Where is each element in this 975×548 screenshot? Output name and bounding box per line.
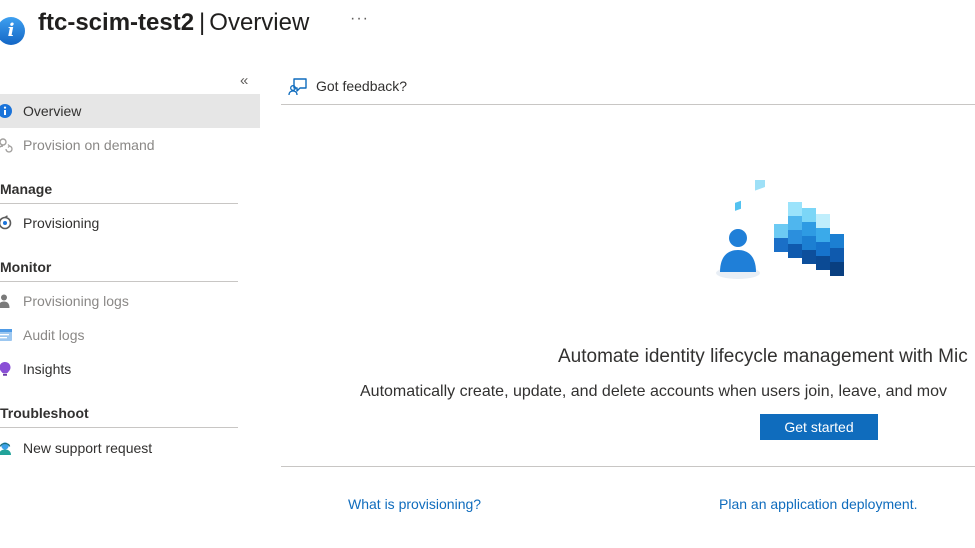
collapse-sidebar-button[interactable]: « bbox=[240, 72, 248, 89]
sidebar-item-label: Insights bbox=[23, 361, 72, 377]
sidebar-item-provision-on-demand[interactable]: Provision on demand bbox=[0, 128, 260, 162]
section-header-monitor: Monitor bbox=[0, 259, 238, 282]
toolbar-divider bbox=[281, 104, 975, 105]
plan-deployment-link[interactable]: Plan an application deployment. bbox=[719, 496, 917, 512]
resource-name: ftc-scim-test2 bbox=[38, 9, 195, 36]
sidebar-item-label: Provisioning bbox=[23, 215, 100, 231]
provisioning-icon bbox=[0, 215, 13, 231]
sidebar-item-label: Overview bbox=[23, 103, 82, 119]
what-is-provisioning-link[interactable]: What is provisioning? bbox=[348, 496, 481, 512]
info-icon bbox=[0, 103, 13, 119]
sidebar-item-new-support-request[interactable]: New support request bbox=[0, 431, 260, 465]
sidebar-item-overview[interactable]: Overview bbox=[0, 94, 260, 128]
feedback-icon bbox=[288, 76, 308, 96]
support-icon bbox=[0, 440, 13, 456]
app-info-icon: i bbox=[0, 17, 25, 45]
sidebar-item-insights[interactable]: Insights bbox=[0, 352, 260, 386]
page-title: ftc-scim-test2 | Overview bbox=[38, 8, 309, 38]
more-options-button[interactable]: ··· bbox=[350, 10, 369, 28]
provision-on-demand-icon bbox=[0, 137, 13, 153]
content-divider bbox=[281, 466, 975, 467]
get-started-button[interactable]: Get started bbox=[760, 414, 878, 440]
feedback-label: Got feedback? bbox=[316, 78, 408, 94]
insights-icon bbox=[0, 361, 13, 377]
sidebar-item-label: Provision on demand bbox=[23, 137, 155, 153]
page-name: Overview bbox=[209, 9, 310, 36]
feedback-button[interactable]: Got feedback? bbox=[288, 76, 407, 96]
provisioning-logs-icon bbox=[0, 293, 13, 309]
hero-headline: Automate identity lifecycle management w… bbox=[558, 346, 968, 367]
title-separator: | bbox=[199, 9, 206, 36]
audit-logs-icon bbox=[0, 327, 13, 343]
hero-description: Automatically create, update, and delete… bbox=[360, 383, 948, 400]
section-header-troubleshoot: Troubleshoot bbox=[0, 405, 238, 428]
provisioning-illustration-icon bbox=[710, 174, 850, 290]
sidebar-item-audit-logs[interactable]: Audit logs bbox=[0, 318, 260, 352]
sidebar-item-label: Audit logs bbox=[23, 327, 85, 343]
sidebar-item-label: Provisioning logs bbox=[23, 293, 129, 309]
sidebar-item-provisioning-logs[interactable]: Provisioning logs bbox=[0, 284, 260, 318]
sidebar-item-label: New support request bbox=[23, 440, 153, 456]
section-header-manage: Manage bbox=[0, 181, 238, 204]
sidebar-item-provisioning[interactable]: Provisioning bbox=[0, 206, 260, 240]
